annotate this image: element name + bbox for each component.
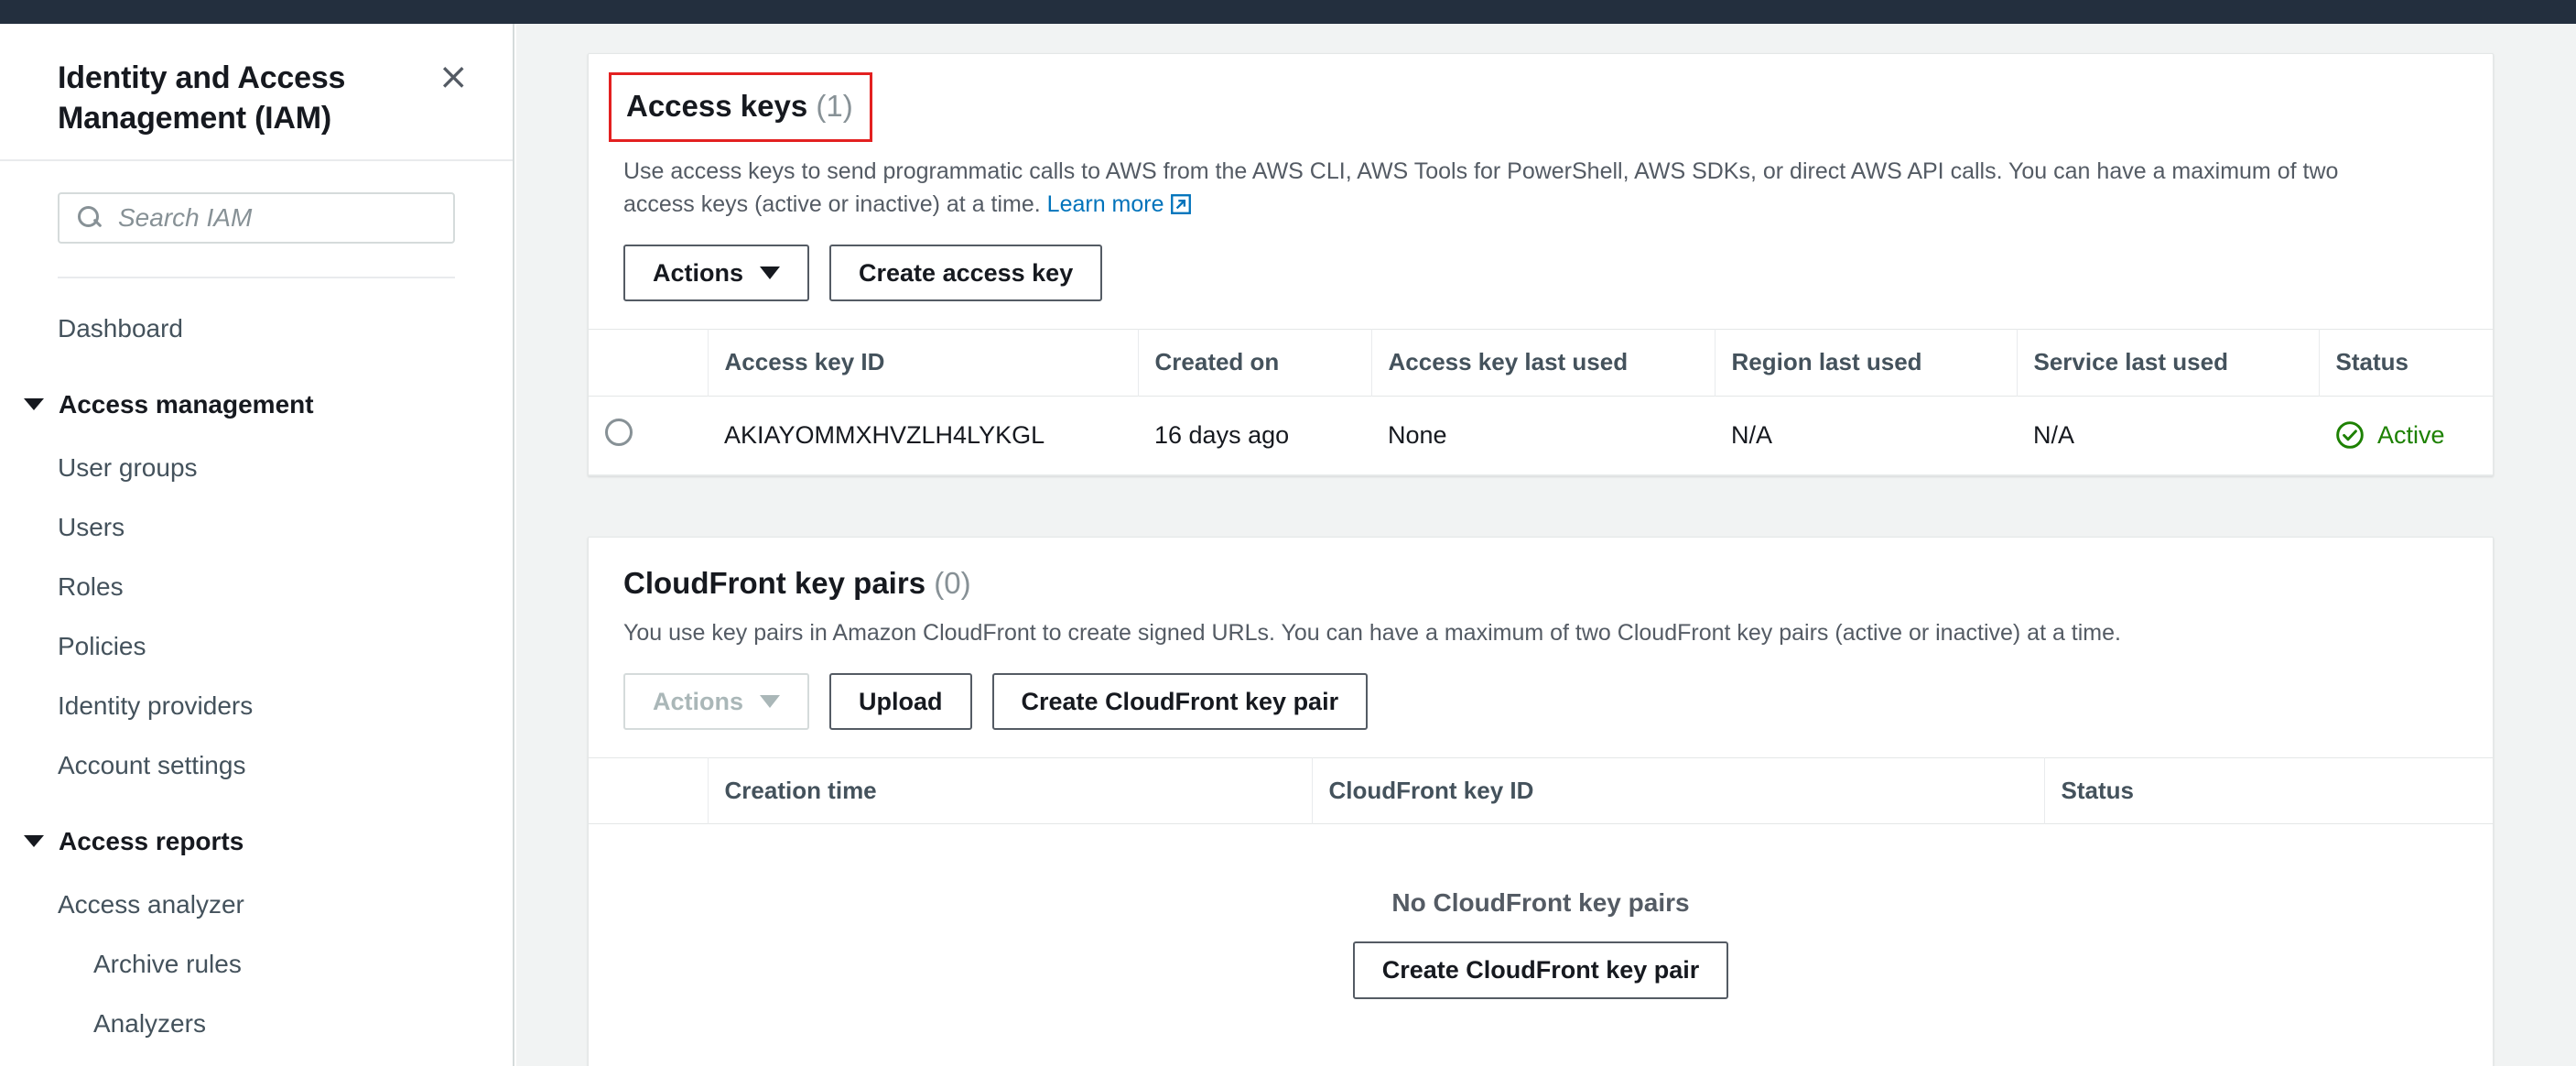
- access-keys-description: Use access keys to send programmatic cal…: [623, 155, 2399, 222]
- cell-service-last-used: N/A: [2033, 421, 2075, 450]
- top-navigation-bar: [0, 0, 2576, 24]
- sidebar-header: Identity and Access Management (IAM) ×: [0, 24, 513, 161]
- col-select: [589, 330, 708, 396]
- sidebar-item-account-settings[interactable]: Account settings: [0, 735, 513, 795]
- access-keys-count: (1): [816, 89, 853, 123]
- cloudfront-count: (0): [934, 566, 971, 601]
- cloudfront-header: CloudFront key pairs (0) You use key pai…: [589, 538, 2493, 649]
- col-status: Status: [2043, 757, 2493, 824]
- col-access-key-id: Access key ID: [707, 329, 1138, 397]
- access-keys-button-row: Actions Create access key: [589, 221, 2493, 329]
- cloudfront-key-pairs-card: CloudFront key pairs (0) You use key pai…: [588, 537, 2494, 1066]
- cloudfront-actions-button[interactable]: Actions: [623, 672, 810, 731]
- access-keys-actions-label: Actions: [653, 259, 744, 288]
- page-title: Access keys (1): [626, 88, 853, 125]
- sidebar-item-access-analyzer[interactable]: Access analyzer: [0, 875, 513, 934]
- sidebar-item-dashboard[interactable]: Dashboard: [0, 299, 513, 358]
- col-region-last-used: Region last used: [1714, 329, 2017, 397]
- sidebar-item-user-groups[interactable]: User groups: [0, 438, 513, 497]
- sidebar-group-label: Access management: [59, 390, 314, 419]
- cloudfront-table-head: Creation time CloudFront key ID Status: [589, 757, 2493, 824]
- col-service-last-used: Service last used: [2016, 329, 2319, 397]
- learn-more-link[interactable]: Learn more: [1047, 191, 1164, 217]
- chevron-down-icon: [24, 835, 44, 847]
- page-root: Identity and Access Management (IAM) × D…: [0, 0, 2576, 1066]
- sidebar-item-policies[interactable]: Policies: [0, 616, 513, 676]
- sidebar-group-access-management[interactable]: Access management: [0, 375, 513, 434]
- table-header-row: Access key ID Created on Access key last…: [589, 329, 2493, 397]
- sidebar-group-access-reports[interactable]: Access reports: [0, 811, 513, 871]
- access-keys-table-head: Access key ID Created on Access key last…: [589, 329, 2493, 397]
- external-link-icon: [1170, 193, 1191, 214]
- check-circle-icon: [2336, 421, 2364, 450]
- access-keys-description-text: Use access keys to send programmatic cal…: [623, 158, 2339, 217]
- sidebar-item-roles[interactable]: Roles: [0, 557, 513, 616]
- create-cloudfront-key-pair-button[interactable]: Create CloudFront key pair: [991, 672, 1369, 731]
- sidebar-nav: Dashboard Access management User groups …: [0, 278, 513, 1053]
- cloudfront-title-text: CloudFront key pairs: [623, 566, 926, 601]
- cell-created-on: 16 days ago: [1154, 421, 1290, 450]
- sidebar-item-identity-providers[interactable]: Identity providers: [0, 676, 513, 735]
- cloudfront-button-row: Actions Upload Create CloudFront key pai…: [589, 649, 2493, 757]
- sidebar-search-wrap: [0, 161, 513, 244]
- status-label: Active: [2377, 421, 2445, 450]
- col-status: Status: [2318, 329, 2493, 397]
- sidebar-title: Identity and Access Management (IAM): [58, 60, 346, 136]
- col-cloudfront-key-id: CloudFront key ID: [1311, 757, 2044, 824]
- create-access-key-button[interactable]: Create access key: [829, 245, 1103, 302]
- search-container[interactable]: [58, 192, 455, 244]
- cell-region-last-used: N/A: [1731, 421, 1773, 450]
- access-keys-card: Access keys (1) Use access keys to send …: [588, 53, 2494, 477]
- cloudfront-empty-state: No CloudFront key pairs Create CloudFron…: [589, 824, 2493, 1066]
- col-creation-time: Creation time: [707, 757, 1312, 824]
- cloudfront-upload-button[interactable]: Upload: [829, 672, 972, 731]
- search-icon: [76, 204, 103, 232]
- col-created-on: Created on: [1137, 329, 1371, 397]
- close-icon[interactable]: ×: [432, 59, 474, 95]
- sidebar-item-analyzers[interactable]: Analyzers: [0, 994, 513, 1053]
- chevron-down-icon: [760, 266, 781, 280]
- cell-access-key-last-used: None: [1388, 421, 1447, 450]
- cloudfront-title: CloudFront key pairs (0): [623, 565, 971, 602]
- row-select-cell: [589, 396, 708, 474]
- access-keys-table: Access key ID Created on Access key last…: [589, 329, 2493, 475]
- access-keys-actions-button[interactable]: Actions: [623, 245, 810, 302]
- table-header-row: Creation time CloudFront key ID Status: [589, 757, 2493, 824]
- sidebar-item-archive-rules[interactable]: Archive rules: [0, 934, 513, 994]
- chevron-down-icon: [24, 398, 44, 410]
- cloudfront-description: You use key pairs in Amazon CloudFront t…: [623, 619, 2121, 646]
- col-select: [589, 758, 708, 824]
- col-access-key-last-used: Access key last used: [1370, 329, 1715, 397]
- access-keys-table-body: AKIAYOMMXHVZLH4LYKGL 16 days ago None N/…: [589, 396, 2493, 475]
- chevron-down-icon: [760, 695, 781, 709]
- sidebar-group-label: Access reports: [59, 827, 244, 855]
- table-row[interactable]: AKIAYOMMXHVZLH4LYKGL 16 days ago None N/…: [589, 396, 2493, 475]
- access-keys-header: Access keys (1) Use access keys to send …: [589, 54, 2493, 221]
- cell-status: Active: [2319, 396, 2493, 474]
- sidebar-item-users[interactable]: Users: [0, 497, 513, 557]
- empty-state-create-button[interactable]: Create CloudFront key pair: [1352, 941, 1729, 999]
- status-badge: Active: [2335, 420, 2493, 450]
- search-input[interactable]: [103, 194, 453, 242]
- iam-sidebar: Identity and Access Management (IAM) × D…: [0, 24, 514, 1066]
- main-content: Access keys (1) Use access keys to send …: [516, 24, 2576, 1066]
- empty-state-title: No CloudFront key pairs: [1391, 888, 1690, 918]
- cloudfront-actions-label: Actions: [653, 687, 744, 715]
- access-keys-highlight-annotation: Access keys (1): [609, 72, 872, 142]
- access-keys-title-text: Access keys: [626, 89, 808, 123]
- cloudfront-table: Creation time CloudFront key ID Status: [589, 757, 2493, 824]
- cell-access-key-id: AKIAYOMMXHVZLH4LYKGL: [724, 421, 1045, 450]
- row-radio-button[interactable]: [605, 418, 633, 446]
